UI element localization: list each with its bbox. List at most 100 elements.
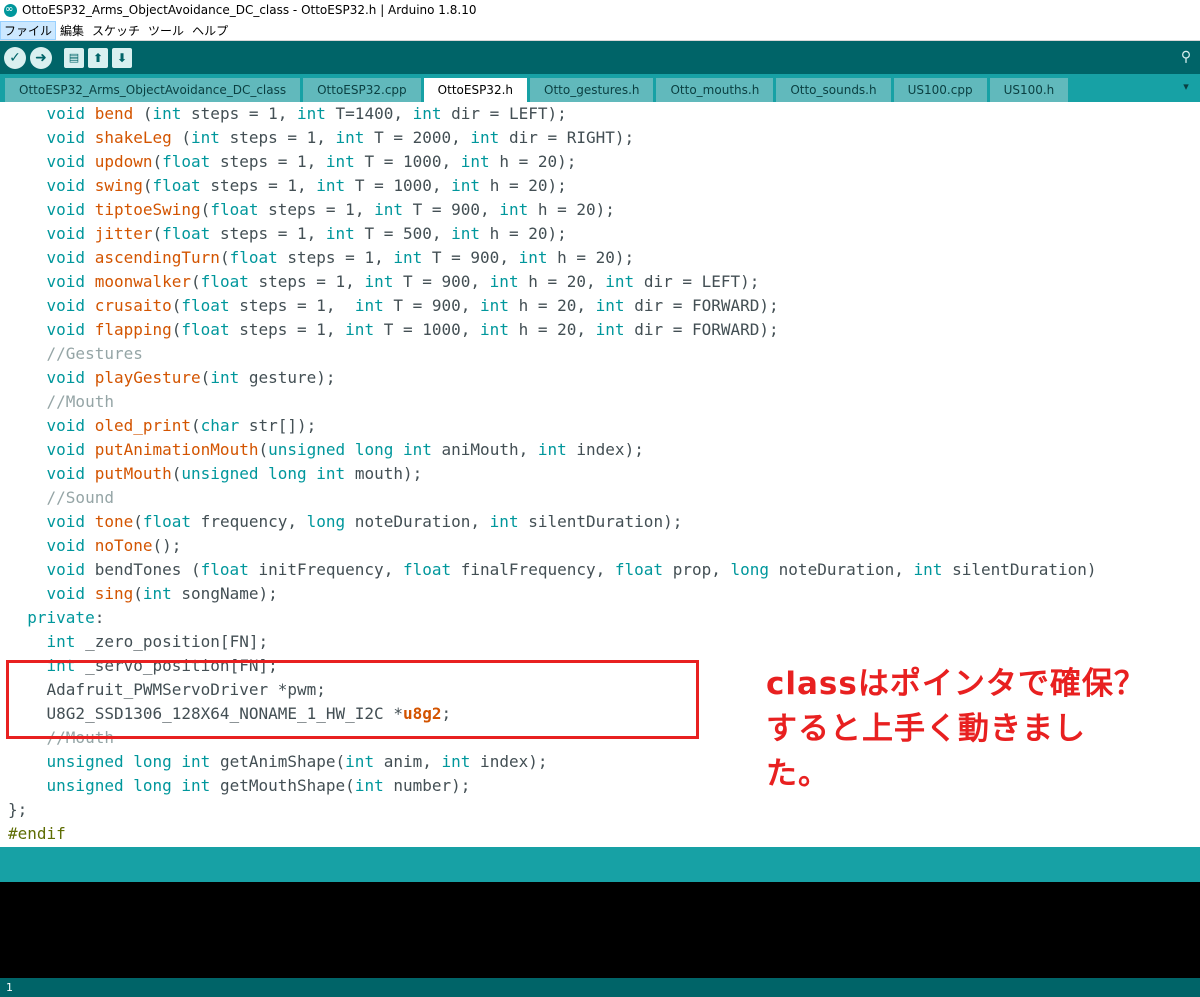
code-token: int xyxy=(374,200,403,219)
code-token: int xyxy=(402,440,432,459)
code-token: ( xyxy=(200,200,211,219)
code-token: void xyxy=(46,200,86,219)
code-token: int xyxy=(499,200,529,219)
code-token: void xyxy=(46,176,86,195)
menu-edit[interactable]: 編集 xyxy=(56,21,88,40)
code-token: steps = 1, xyxy=(219,128,336,147)
code-token: shakeLeg xyxy=(94,128,172,147)
code-token: int xyxy=(470,128,500,147)
tab-3[interactable]: Otto_gestures.h xyxy=(530,78,654,102)
code-token: initFrequency, xyxy=(248,560,403,579)
tab-5[interactable]: Otto_sounds.h xyxy=(776,78,891,102)
upload-button[interactable]: ➜ xyxy=(30,46,52,69)
tab-6[interactable]: US100.cpp xyxy=(893,78,987,102)
code-token: int xyxy=(451,176,481,195)
footer-bar: 1 xyxy=(0,978,1200,997)
open-button[interactable]: ⬆ xyxy=(88,47,108,68)
code-token: void xyxy=(46,104,86,123)
code-token: oled_print xyxy=(94,416,192,435)
tab-4[interactable]: Otto_mouths.h xyxy=(656,78,774,102)
code-token: void xyxy=(46,296,86,315)
code-token: unsigned xyxy=(46,752,124,771)
menu-file[interactable]: ファイル xyxy=(0,20,57,40)
code-line: void putAnimationMouth(unsigned long int… xyxy=(8,438,644,462)
code-token: int xyxy=(605,272,635,291)
code-token: long xyxy=(306,512,346,531)
code-line: void tiptoeSwing(float steps = 1, int T … xyxy=(8,198,615,222)
code-token: bendTones ( xyxy=(85,560,201,579)
code-token: ( xyxy=(133,584,143,603)
code-token: int xyxy=(181,752,211,771)
annotation-text: classはポインタで確保？すると上手く動きました。 xyxy=(766,666,1146,792)
verify-button[interactable]: ✓ xyxy=(4,46,26,69)
code-token: T = 2000, xyxy=(364,128,471,147)
code-token: void xyxy=(46,584,86,603)
code-token: : xyxy=(94,608,105,627)
code-token: steps = 1, xyxy=(248,272,365,291)
code-line: void bend (int steps = 1, int T=1400, in… xyxy=(8,102,567,126)
code-token: //Sound xyxy=(46,488,114,507)
tab-menu-icon[interactable]: ▾ xyxy=(1178,80,1194,96)
arrow-right-icon: ➜ xyxy=(35,49,47,66)
new-button[interactable]: ▤ xyxy=(64,47,84,68)
code-line: void updown(float steps = 1, int T = 100… xyxy=(8,150,577,174)
code-line: }; xyxy=(8,798,27,822)
code-token: int xyxy=(489,272,519,291)
save-button[interactable]: ⬇ xyxy=(112,47,132,68)
menu-sketch[interactable]: スケッチ xyxy=(88,21,144,40)
code-token: anim, xyxy=(374,752,442,771)
code-token: int xyxy=(595,320,625,339)
code-token: ( xyxy=(152,224,163,243)
code-token: int xyxy=(345,752,375,771)
tab-0[interactable]: OttoESP32_Arms_ObjectAvoidance_DC_class xyxy=(5,78,301,102)
code-token: long xyxy=(133,776,172,795)
menu-tools[interactable]: ツール xyxy=(144,21,188,40)
code-token: steps = 1, xyxy=(258,200,375,219)
code-line: void putMouth(unsigned long int mouth); xyxy=(8,462,423,486)
code-token: ( xyxy=(152,152,163,171)
code-token: dir = LEFT); xyxy=(441,104,567,123)
code-token: tiptoeSwing xyxy=(94,200,201,219)
code-token: long xyxy=(354,440,394,459)
code-token: swing xyxy=(94,176,143,195)
menu-help[interactable]: ヘルプ xyxy=(188,21,232,40)
code-token: long xyxy=(268,464,307,483)
tab-7[interactable]: US100.h xyxy=(989,78,1069,102)
code-token: (); xyxy=(152,536,182,555)
code-token: T = 1000, xyxy=(374,320,481,339)
code-token: //Gestures xyxy=(46,344,143,363)
code-token: steps = 1, xyxy=(210,224,326,243)
code-line: private: xyxy=(8,606,104,630)
code-token: updown xyxy=(94,152,153,171)
code-token: int xyxy=(480,320,509,339)
code-token: T=1400, xyxy=(325,104,413,123)
code-token: ( xyxy=(133,512,143,531)
code-token: void xyxy=(46,512,86,531)
tab-2[interactable]: OttoESP32.h xyxy=(423,78,527,102)
code-token: void xyxy=(46,152,86,171)
code-token: int xyxy=(412,104,442,123)
tab-1[interactable]: OttoESP32.cpp xyxy=(303,78,421,102)
serial-monitor-button[interactable]: ⚲ xyxy=(1175,46,1197,68)
code-token: unsigned xyxy=(181,464,259,483)
code-token: h = 20, xyxy=(508,320,596,339)
status-bar xyxy=(0,847,1200,882)
code-token: void xyxy=(46,440,86,459)
code-token: h = 20, xyxy=(508,296,596,315)
code-token: index); xyxy=(566,440,644,459)
